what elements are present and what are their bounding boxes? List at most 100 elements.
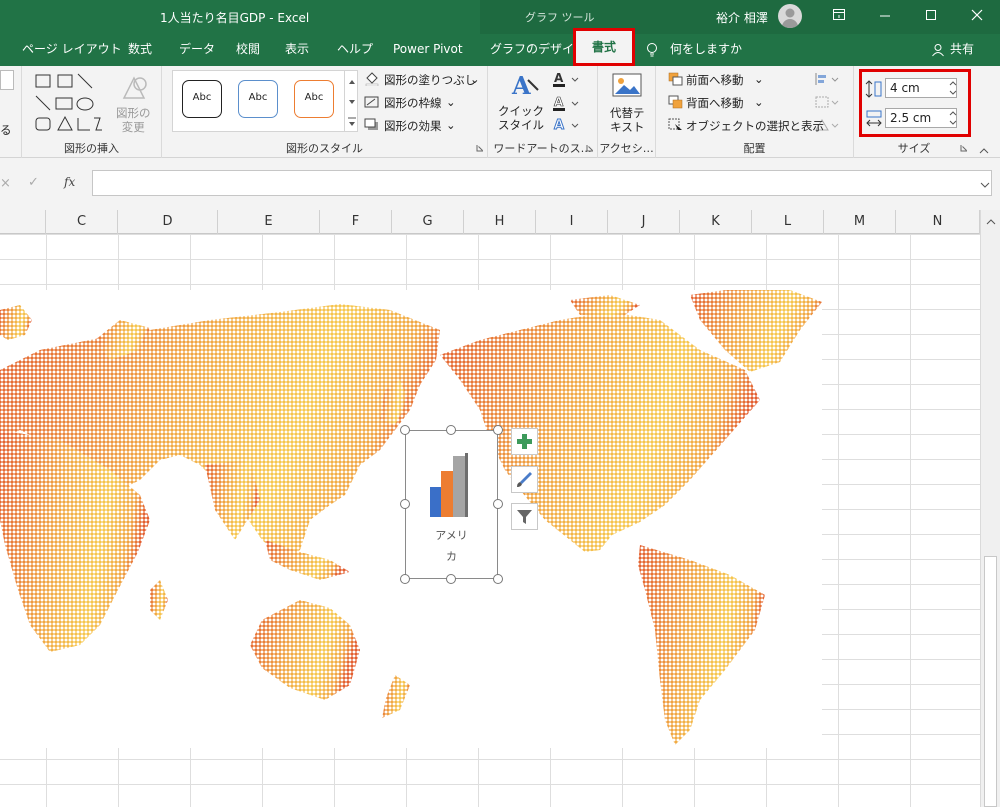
tab-help[interactable]: ヘルプ (337, 34, 373, 66)
user-name[interactable]: 裕介 相澤 (716, 9, 768, 26)
tab-formulas[interactable]: 数式 (128, 34, 152, 66)
scroll-up-arrow-icon[interactable] (986, 215, 996, 229)
collapse-ribbon-icon[interactable] (978, 144, 990, 158)
shape-fill-dropdown[interactable]: ⌄ (470, 72, 480, 86)
column-header-k[interactable]: K (680, 210, 752, 234)
column-header-l[interactable]: L (752, 210, 824, 234)
resize-handle-bottom-left[interactable] (400, 574, 410, 584)
bring-forward-icon (668, 72, 684, 89)
tab-format[interactable]: 書式 (573, 28, 635, 66)
vertical-scrollbar[interactable] (980, 210, 1000, 807)
resize-handle-top-left[interactable] (400, 425, 410, 435)
selection-pane-button[interactable]: オブジェクトの選択と表示 (686, 118, 824, 134)
text-effects-icon[interactable]: A (552, 116, 582, 137)
shape-width-input[interactable]: 2.5 cm (885, 108, 957, 128)
tell-me-search[interactable]: 何をしますか (670, 34, 742, 66)
pen-icon (364, 95, 380, 112)
height-spinner[interactable] (949, 79, 957, 100)
align-icon[interactable] (814, 72, 842, 89)
title-bar: 1人当たり名目GDP - Excel グラフ ツール 裕介 相澤 (0, 0, 1000, 34)
shape-gallery[interactable] (32, 70, 118, 134)
tab-data[interactable]: データ (179, 34, 215, 66)
scroll-thumb[interactable] (984, 556, 997, 807)
wordart-launcher-icon[interactable] (586, 141, 594, 155)
share-button[interactable]: 共有 (950, 34, 974, 66)
enter-icon[interactable]: ✓ (28, 175, 39, 190)
arrange-label: 配置 (743, 142, 766, 155)
column-header-g[interactable]: G (392, 210, 464, 234)
size-label: サイズ (897, 142, 931, 155)
bring-forward-dropdown[interactable]: ⌄ (754, 72, 764, 86)
shape-outline-dropdown[interactable]: ⌄ (446, 95, 456, 109)
shape-styles-launcher-icon[interactable] (476, 141, 484, 155)
shape-width-icon (865, 109, 883, 132)
resize-handle-bottom[interactable] (446, 574, 456, 584)
resize-handle-top[interactable] (446, 425, 456, 435)
formula-input[interactable] (92, 170, 992, 196)
gallery-scroll[interactable] (344, 70, 358, 132)
send-backward-dropdown[interactable]: ⌄ (754, 95, 764, 109)
column-header-i[interactable]: I (536, 210, 608, 234)
lightbulb-icon[interactable] (645, 42, 659, 61)
shape-effects-dropdown[interactable]: ⌄ (446, 118, 456, 132)
resize-handle-bottom-right[interactable] (493, 574, 503, 584)
chart-elements-dropdown[interactable] (0, 70, 14, 90)
column-header-c[interactable]: C (46, 210, 118, 234)
column-header-f[interactable]: F (320, 210, 392, 234)
svg-text:A: A (554, 118, 564, 133)
width-spinner[interactable] (949, 109, 957, 130)
shape-height-input[interactable]: 4 cm (885, 78, 957, 98)
share-icon[interactable] (931, 43, 945, 60)
tab-chart-design[interactable]: グラフのデザイン (490, 34, 586, 66)
column-header-d[interactable]: D (118, 210, 218, 234)
expand-formula-bar-icon[interactable] (980, 178, 990, 192)
column-header-e[interactable]: E (218, 210, 320, 234)
shape-style-blue[interactable]: Abc (238, 80, 278, 118)
close-icon[interactable] (970, 8, 984, 25)
shape-effects-button[interactable]: 図形の効果 (384, 118, 442, 134)
cancel-icon[interactable]: × (0, 176, 11, 191)
shape-fill-button[interactable]: 図形の塗りつぶし (384, 72, 476, 88)
quick-styles-button[interactable]: クイック スタイル (498, 104, 544, 132)
shape-outline-button[interactable]: 図形の枠線 (384, 95, 442, 111)
reset-style-fragment[interactable]: る (0, 122, 12, 138)
chart-filters-button[interactable] (511, 503, 538, 530)
tab-power-pivot[interactable]: Power Pivot (393, 34, 463, 66)
ribbon-display-options-icon[interactable] (832, 8, 846, 25)
avatar-icon[interactable] (778, 4, 802, 28)
bring-forward-button[interactable]: 前面へ移動 (686, 72, 744, 88)
selected-chart[interactable]: アメリ カ (405, 430, 498, 579)
change-shape-button: 図形の 変更 (116, 106, 151, 134)
shape-style-orange[interactable]: Abc (294, 80, 334, 118)
resize-handle-top-right[interactable] (493, 425, 503, 435)
chart-elements-button[interactable] (511, 428, 538, 455)
context-tab-group: グラフ ツール (525, 11, 595, 24)
size-launcher-icon[interactable] (960, 141, 968, 155)
chart-styles-button[interactable] (511, 466, 538, 493)
shape-style-black[interactable]: Abc (182, 80, 222, 118)
shape-styles-group: Abc Abc Abc 図形の塗りつぶし ⌄ 図形の枠線 ⌄ 図形の効果 ⌄ 図… (162, 66, 488, 158)
maximize-icon[interactable] (924, 8, 938, 25)
column-header-n[interactable]: N (896, 210, 980, 234)
rotate-icon[interactable] (814, 118, 842, 135)
column-header-m[interactable]: M (824, 210, 896, 234)
wordart-styles-group: A クイック スタイル A A A ワードアートのス… (488, 66, 598, 158)
minimize-icon[interactable] (878, 8, 892, 25)
column-header-j[interactable]: J (608, 210, 680, 234)
tab-review[interactable]: 校閲 (236, 34, 260, 66)
column-header-h[interactable]: H (464, 210, 536, 234)
tab-view[interactable]: 表示 (285, 34, 309, 66)
group-icon[interactable] (814, 95, 842, 112)
text-fill-icon[interactable]: A (552, 70, 582, 91)
text-outline-icon[interactable]: A (552, 94, 582, 115)
send-backward-button[interactable]: 背面へ移動 (686, 95, 744, 111)
resize-handle-right[interactable] (493, 499, 503, 509)
alt-text-button[interactable]: 代替テ キスト (610, 106, 645, 134)
accessibility-label: アクセシ… (599, 142, 654, 155)
column-header-b[interactable] (0, 210, 46, 234)
insert-function-icon[interactable]: fx (64, 175, 75, 189)
tab-page-layout[interactable]: ページ レイアウト (22, 34, 122, 66)
insert-shapes-label: 図形の挿入 (64, 142, 119, 155)
resize-handle-left[interactable] (400, 499, 410, 509)
formula-bar: × ✓ fx (0, 158, 1000, 210)
